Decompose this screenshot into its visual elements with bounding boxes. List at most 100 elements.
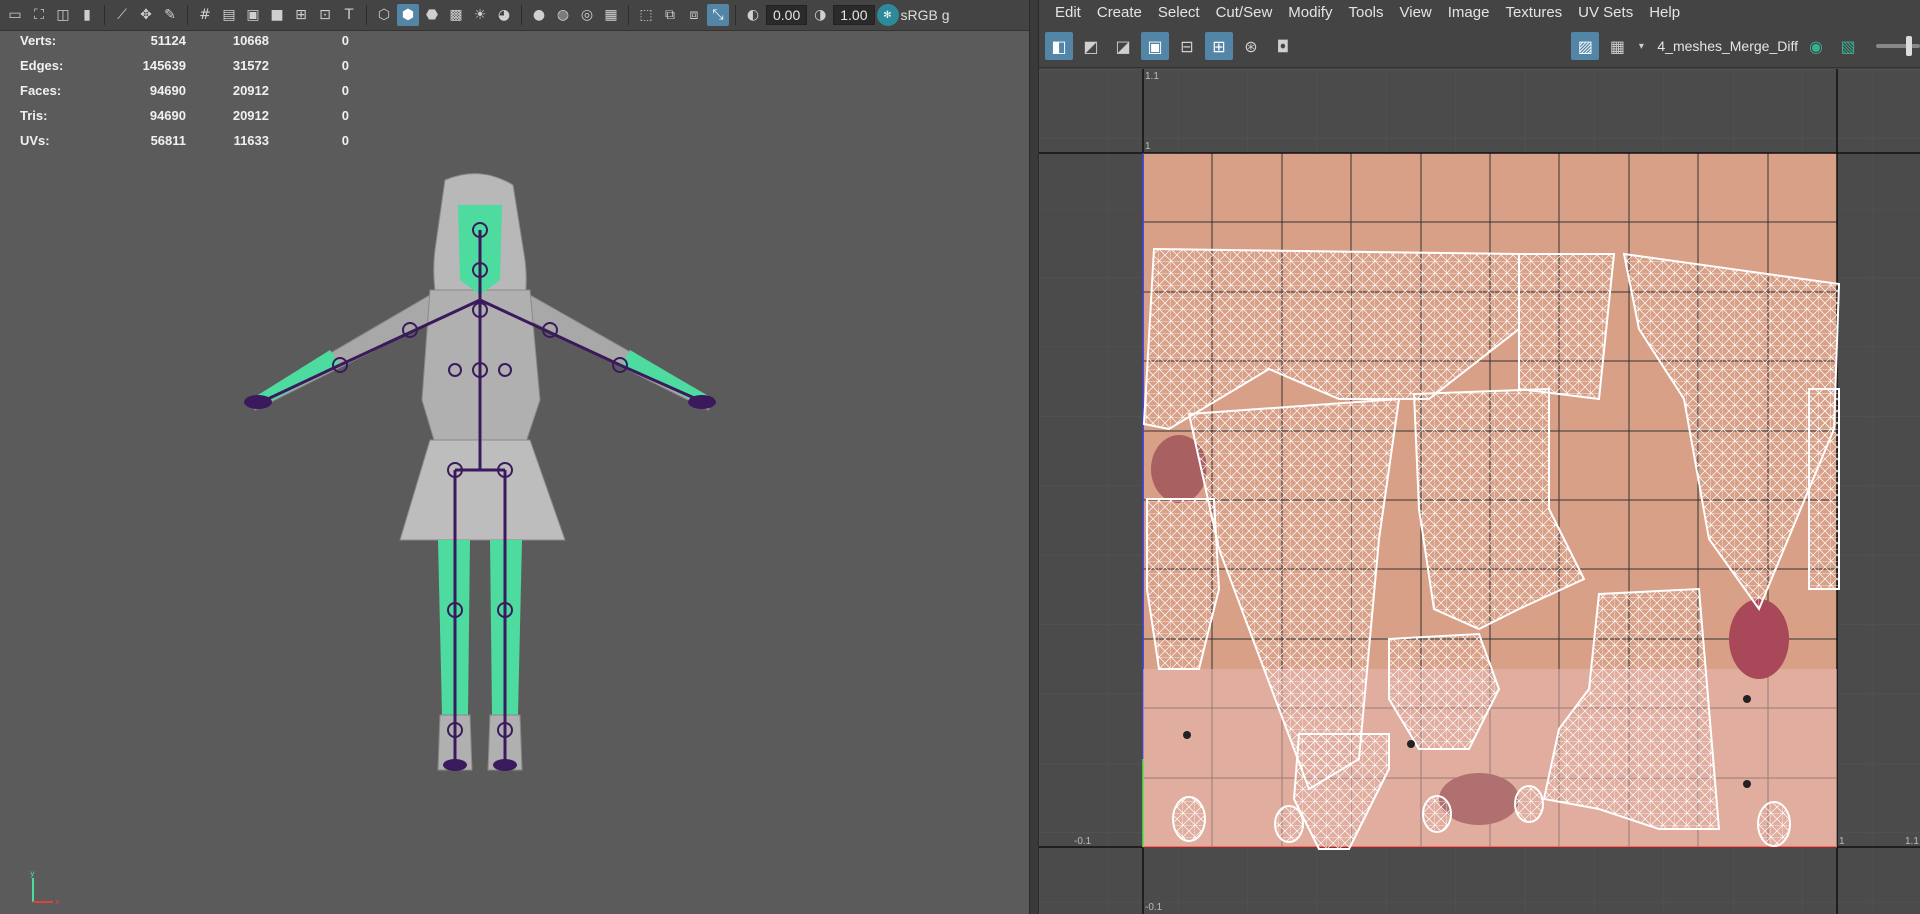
wireframe-on-shaded-icon[interactable]: ⬣ [421,4,443,26]
gamma-icon[interactable]: ◑ [809,4,831,26]
uv-label-one: 1 [1145,141,1151,152]
color-management-icon[interactable]: ✻ [876,4,899,26]
isolate-select-icon[interactable]: ⬚ [635,4,657,26]
toolbar-separator [187,5,188,25]
menu-cut-sew[interactable]: Cut/Sew [1208,4,1281,21]
character-model[interactable] [230,170,730,790]
menu-edit[interactable]: Edit [1047,4,1089,21]
view-transform-label[interactable]: sRGB g [901,7,950,23]
xyz-axis-icon: y x [30,870,60,906]
camera-lock-icon[interactable]: ⛶ [28,4,50,26]
hud-v1: 51124 [150,33,186,48]
motion-blur-icon[interactable]: ◍ [552,4,574,26]
lights-icon[interactable]: ☀ [469,4,491,26]
wireframe-icon[interactable]: ⬡ [373,4,395,26]
menu-create[interactable]: Create [1089,4,1150,21]
hud-v1: 94690 [149,83,186,98]
rgb-channel-icon[interactable]: ◉ [1802,32,1830,60]
slider-thumb[interactable] [1906,36,1912,56]
hud-v2: 10668 [232,33,269,48]
poly-count-hud: Verts: 51124 10668 0 Edges: 145639 31572 0 Faces… [20,28,349,153]
grease-pencil-icon[interactable]: ✎ [159,4,181,26]
uv-label-neg: -0.1 [1074,836,1092,847]
shadows-icon[interactable]: ◕ [493,4,515,26]
hud-v3: 0 [341,58,349,73]
gate-mask-icon[interactable]: ■ [266,4,288,26]
uv-menubar: Edit Create Select Cut/Sew Modify Tools View Im… [1039,0,1920,25]
hud-v1: 145639 [142,58,186,73]
texture-name-label[interactable]: 4_meshes_Merge_Diff [1657,38,1798,54]
film-gate-icon[interactable]: ▤ [218,4,240,26]
screen-space-ao-icon[interactable]: ● [528,4,550,26]
grid-icon[interactable]: # [194,4,216,26]
3d-viewport[interactable]: ▭ ⛶ ◫ ▮ ⟋ ✥ ✎ # ▤ ▣ ■ ⊞ ⊡ T ⬡ ⬢ ⬣ ▩ ☀ ◕ … [0,0,1029,914]
toolbar-separator [521,5,522,25]
uv-grid-icon[interactable]: ⊞ [1205,32,1233,60]
xray-icon[interactable]: ⧉ [659,4,681,26]
display-image-icon[interactable]: ▨ [1571,32,1600,60]
hud-label: Faces: [20,83,62,98]
pane-divider[interactable] [1029,0,1039,914]
xray-joints-icon[interactable]: ⧈ [683,4,705,26]
exposure-field[interactable]: 0.00 [766,5,808,25]
xray-active-components-icon[interactable]: ⤡ [707,4,729,26]
menu-image[interactable]: Image [1440,4,1498,21]
menu-tools[interactable]: Tools [1340,4,1391,21]
image-plane-icon[interactable]: ⟋ [111,4,133,26]
hud-label: Edges: [20,58,64,73]
menu-modify[interactable]: Modify [1280,4,1340,21]
field-chart-icon[interactable]: ⊞ [290,4,312,26]
textured-icon[interactable]: ▩ [445,4,467,26]
smooth-shade-icon[interactable]: ⬢ [397,4,419,26]
image-display-icon[interactable]: ▧ [1834,32,1862,60]
camera-attributes-icon[interactable]: ◫ [52,4,74,26]
uv-shaded-icon[interactable]: ◩ [1077,32,1105,60]
viewport-toolbar: ▭ ⛶ ◫ ▮ ⟋ ✥ ✎ # ▤ ▣ ■ ⊞ ⊡ T ⬡ ⬢ ⬣ ▩ ☀ ◕ … [0,0,1029,31]
uv-canvas[interactable] [1039,69,1920,914]
menu-view[interactable]: View [1392,4,1440,21]
hud-v3: 0 [341,83,349,98]
toolbar-separator [628,5,629,25]
gamma-field[interactable]: 1.00 [833,5,875,25]
resolution-gate-icon[interactable]: ▣ [242,4,264,26]
bookmark-icon[interactable]: ▮ [76,4,98,26]
safe-title-icon[interactable]: T [338,4,360,26]
camera-select-icon[interactable]: ▭ [4,4,26,26]
checker-icon[interactable]: ▦ [1603,32,1631,60]
hud-row: UVs: 56811 11633 0 [20,128,349,153]
uv-texture-viewport[interactable]: 1.1 1 -0.1 1 1.1 -0.1 [1039,69,1920,914]
dropdown-chevron-icon[interactable]: ▾ [1635,32,1647,60]
2d-pan-zoom-icon[interactable]: ✥ [135,4,157,26]
depth-of-field-icon[interactable]: ▦ [600,4,622,26]
hud-v3: 0 [341,33,349,48]
uv-isolate-icon[interactable]: ⊟ [1173,32,1201,60]
hud-label: Verts: [20,33,57,48]
menu-select[interactable]: Select [1150,4,1208,21]
menu-help[interactable]: Help [1641,4,1688,21]
hud-v2: 11633 [233,133,269,148]
hud-row: Tris: 94690 20912 0 [20,103,349,128]
uv-distortion-icon[interactable]: ◪ [1109,32,1137,60]
toolbar-separator [735,5,736,25]
uv-snapshot-icon[interactable]: ◘ [1269,32,1297,60]
hud-v3: 0 [341,108,349,123]
uv-label-right-oneone: 1.1 [1905,836,1919,847]
menu-textures[interactable]: Textures [1497,4,1570,21]
uv-texture-borders-icon[interactable]: ▣ [1141,32,1169,60]
toolbar-separator [366,5,367,25]
hud-label: UVs: [20,133,50,148]
uv-shell-select-icon[interactable]: ◧ [1045,32,1073,60]
uv-pixel-snap-icon[interactable]: ⊛ [1237,32,1265,60]
exposure-icon[interactable]: ◐ [742,4,764,26]
uv-label-top: 1.1 [1145,71,1159,82]
hud-label: Tris: [20,108,48,123]
safe-action-icon[interactable]: ⊡ [314,4,336,26]
hud-row: Faces: 94690 20912 0 [20,78,349,103]
menu-uv-sets[interactable]: UV Sets [1570,4,1641,21]
hud-row: Edges: 145639 31572 0 [20,53,349,78]
hud-row: Verts: 51124 10668 0 [20,28,349,53]
uv-toolbar: ◧ ◩ ◪ ▣ ⊟ ⊞ ⊛ ◘ ▨ ▦ ▾ 4_meshes_Merge_Dif… [1039,25,1920,68]
image-brightness-slider[interactable] [1876,36,1920,56]
multisample-aa-icon[interactable]: ◎ [576,4,598,26]
hud-v3: 0 [341,133,349,148]
